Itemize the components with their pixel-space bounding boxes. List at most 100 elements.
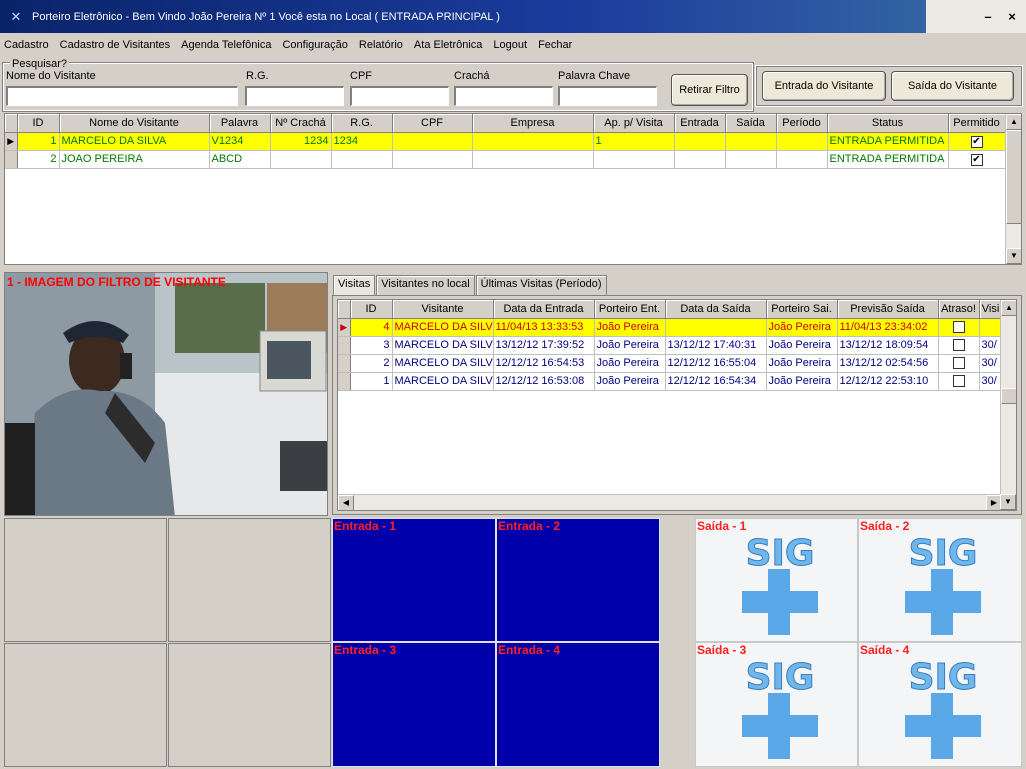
camera-entrada-4[interactable]: Entrada - 4 xyxy=(496,642,660,767)
atraso-checkbox[interactable] xyxy=(952,321,965,334)
col-id[interactable]: ID xyxy=(17,114,60,133)
cpf-input[interactable] xyxy=(350,86,449,106)
cell-porteiro-sai: João Pereira xyxy=(766,336,838,355)
rg-input[interactable] xyxy=(245,86,344,106)
visitor-row[interactable]: 2 JOAO PEREIRA ABCD ENTRADA PERMITIDA ✔ xyxy=(5,150,1006,169)
scroll-down-arrow-icon[interactable]: ▼ xyxy=(1000,494,1016,510)
cell-porteiro-ent: João Pereira xyxy=(594,318,666,337)
keyword-label: Palavra Chave xyxy=(558,70,631,82)
col-permitido[interactable]: Permitido xyxy=(948,114,1006,133)
row-indicator[interactable]: ▶ xyxy=(5,132,18,151)
scroll-down-arrow-icon[interactable]: ▼ xyxy=(1006,248,1021,264)
col-status[interactable]: Status xyxy=(827,114,949,133)
menu-fechar[interactable]: Fechar xyxy=(538,39,572,51)
col-periodo[interactable]: Período xyxy=(776,114,828,133)
camera-entrada-2[interactable]: Entrada - 2 xyxy=(496,518,660,642)
cell-visit-id: 1 xyxy=(350,372,393,391)
tab-visitas[interactable]: Visitas xyxy=(333,275,376,295)
cell-data-entrada: 11/04/13 13:33:53 xyxy=(493,318,595,337)
visitors-grid[interactable]: ID Nome do Visitante Palavra Nº Crachá R… xyxy=(4,113,1022,265)
cell-id: 1 xyxy=(17,132,60,151)
cell-empresa xyxy=(472,132,594,151)
menu-configuracao[interactable]: Configuração xyxy=(282,39,347,51)
atraso-checkbox[interactable] xyxy=(952,339,965,352)
col-data-entrada[interactable]: Data da Entrada xyxy=(493,300,595,319)
row-indicator[interactable] xyxy=(338,354,351,373)
col-data-saida[interactable]: Data da Saída xyxy=(665,300,767,319)
col-visi[interactable]: Visi xyxy=(979,300,1003,319)
col-visitante[interactable]: Visitante xyxy=(392,300,494,319)
visit-row[interactable]: 2 MARCELO DA SILV/12/12/12 16:54:53 João P… xyxy=(338,354,1003,373)
col-visit-id[interactable]: ID xyxy=(350,300,393,319)
row-indicator[interactable] xyxy=(5,150,18,169)
col-ap-visita[interactable]: Ap. p/ Visita xyxy=(593,114,675,133)
scroll-thumb[interactable] xyxy=(1001,388,1016,404)
col-visitor-name[interactable]: Nome do Visitante xyxy=(59,114,210,133)
cell-visitante: MARCELO DA SILV/ xyxy=(392,318,494,337)
cell-palavra: V1234 xyxy=(209,132,271,151)
close-button[interactable]: × xyxy=(1002,9,1022,24)
visits-grid[interactable]: ID Visitante Data da Entrada Porteiro En… xyxy=(337,299,1017,511)
clear-filter-button[interactable]: Retirar Filtro xyxy=(671,74,748,106)
visitor-exit-button[interactable]: Saída do Visitante xyxy=(891,71,1014,101)
visit-row[interactable]: ▶ 4 MARCELO DA SILV/11/04/13 13:33:53 João … xyxy=(338,318,1003,337)
camera-entrada-1[interactable]: Entrada - 1 xyxy=(332,518,496,642)
atraso-checkbox[interactable] xyxy=(952,357,965,370)
menu-agenda-telefonica[interactable]: Agenda Telefônica xyxy=(181,39,271,51)
camera-saida-4[interactable]: Saída - 4 SIG xyxy=(858,642,1022,767)
scroll-thumb[interactable] xyxy=(1006,130,1021,224)
cell-id: 2 xyxy=(17,150,60,169)
row-indicator[interactable] xyxy=(338,336,351,355)
col-previsao-saida[interactable]: Previsão Saída xyxy=(837,300,939,319)
visit-row[interactable]: 1 MARCELO DA SILV/12/12/12 16:53:08 João P… xyxy=(338,372,1003,391)
sig-logo-icon: SIG xyxy=(905,533,981,635)
visit-row[interactable]: 3 MARCELO DA SILV/13/12/12 17:39:52 João P… xyxy=(338,336,1003,355)
keyword-input[interactable] xyxy=(558,86,657,106)
app-icon[interactable]: ✕ xyxy=(8,9,24,25)
camera-saida-2[interactable]: Saída - 2 SIG xyxy=(858,518,1022,642)
cell-porteiro-sai: João Pereira xyxy=(766,372,838,391)
menu-relatorio[interactable]: Relatório xyxy=(359,39,403,51)
col-saida[interactable]: Saída xyxy=(725,114,777,133)
col-rg[interactable]: R.G. xyxy=(331,114,393,133)
visitor-name-input[interactable] xyxy=(6,86,238,106)
cell-permitido: ✔ xyxy=(948,150,1006,169)
camera-entrada-3[interactable]: Entrada - 3 xyxy=(332,642,496,767)
permitido-checkbox[interactable]: ✔ xyxy=(970,153,983,166)
visits-grid-vscrollbar[interactable]: ▲ xyxy=(1000,300,1016,496)
search-filter-group: Pesquisar? Nome do Visitante R.G. CPF Cr… xyxy=(2,58,754,112)
scroll-left-arrow-icon[interactable]: ◀ xyxy=(338,495,354,510)
minimize-button[interactable]: – xyxy=(978,9,998,24)
col-cpf[interactable]: CPF xyxy=(392,114,473,133)
camera-saida-3[interactable]: Saída - 3 SIG xyxy=(695,642,858,767)
cell-ap-visita xyxy=(593,150,675,169)
col-porteiro-ent[interactable]: Porteiro Ent. xyxy=(594,300,666,319)
row-indicator[interactable] xyxy=(338,372,351,391)
menu-cadastro[interactable]: Cadastro xyxy=(4,39,49,51)
permitido-checkbox[interactable]: ✔ xyxy=(970,135,983,148)
col-palavra[interactable]: Palavra xyxy=(209,114,271,133)
visitor-row[interactable]: ▶ 1 MARCELO DA SILVA V1234 1234 1234 1 ENTRADA … xyxy=(5,132,1006,151)
tab-ultimas-visitas[interactable]: Últimas Visitas (Período) xyxy=(475,275,607,295)
cracha-input[interactable] xyxy=(454,86,553,106)
menu-logout[interactable]: Logout xyxy=(493,39,527,51)
col-cracha[interactable]: Nº Crachá xyxy=(270,114,332,133)
row-indicator[interactable]: ▶ xyxy=(338,318,351,337)
scroll-up-arrow-icon[interactable]: ▲ xyxy=(1006,114,1021,130)
col-atraso[interactable]: Atraso! xyxy=(938,300,980,319)
camera-saida-1[interactable]: Saída - 1 SIG xyxy=(695,518,858,642)
menu-ata-eletronica[interactable]: Ata Eletrônica xyxy=(414,39,482,51)
visitors-grid-scrollbar[interactable]: ▲ ▼ xyxy=(1005,114,1021,264)
col-entrada[interactable]: Entrada xyxy=(674,114,726,133)
cell-visitante: MARCELO DA SILV/ xyxy=(392,336,494,355)
scroll-up-arrow-icon[interactable]: ▲ xyxy=(1001,300,1016,316)
tab-visitantes-no-local[interactable]: Visitantes no local xyxy=(376,275,475,295)
cell-entrada xyxy=(674,132,726,151)
col-empresa[interactable]: Empresa xyxy=(472,114,594,133)
cell-empresa xyxy=(472,150,594,169)
visits-grid-hscrollbar[interactable]: ◀ ▶ xyxy=(338,494,1002,510)
col-porteiro-sai[interactable]: Porteiro Sai. xyxy=(766,300,838,319)
visitor-entry-button[interactable]: Entrada do Visitante xyxy=(762,71,886,101)
menu-cadastro-visitantes[interactable]: Cadastro de Visitantes xyxy=(60,39,170,51)
atraso-checkbox[interactable] xyxy=(952,375,965,388)
